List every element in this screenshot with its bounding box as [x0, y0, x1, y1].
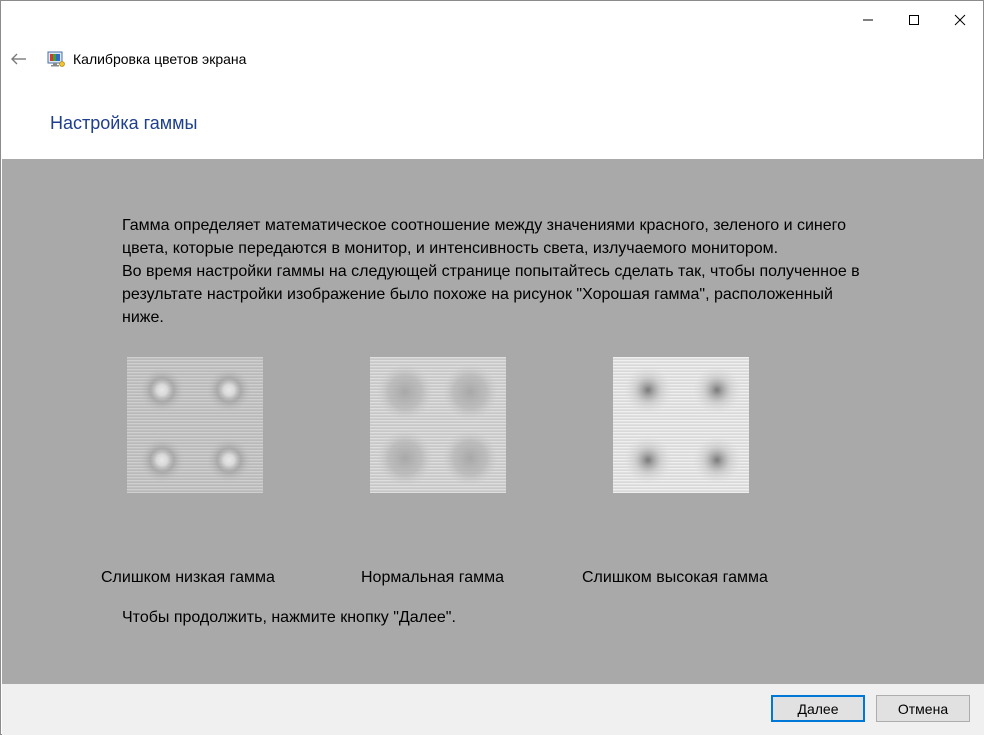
close-icon [954, 14, 966, 26]
close-button[interactable] [937, 1, 983, 39]
caption-gamma-too-low: Слишком низкая гамма [101, 569, 275, 586]
caption-gamma-too-high: Слишком высокая гамма [582, 569, 768, 586]
minimize-icon [863, 19, 873, 21]
back-button[interactable] [1, 41, 37, 77]
maximize-button[interactable] [891, 1, 937, 39]
footer-bar: Далее Отмена [2, 684, 984, 735]
gamma-too-high-image [613, 357, 749, 493]
back-arrow-icon [11, 53, 26, 65]
calibration-window: Калибровка цветов экрана Настройка гаммы… [0, 0, 984, 735]
minimize-button[interactable] [845, 1, 891, 39]
continue-instruction: Чтобы продолжить, нажмите кнопку "Далее"… [122, 609, 456, 626]
description: Гамма определяет математическое соотноше… [122, 214, 862, 329]
maximize-icon [909, 15, 919, 25]
description-paragraph-1: Гамма определяет математическое соотноше… [122, 217, 846, 257]
content-area: Гамма определяет математическое соотноше… [2, 159, 984, 684]
color-calibration-icon [47, 50, 65, 68]
title-row: Калибровка цветов экрана [1, 41, 701, 77]
description-paragraph-2: Во время настройки гаммы на следующей ст… [122, 263, 860, 326]
caption-gamma-normal: Нормальная гамма [361, 569, 505, 586]
window-title: Калибровка цветов экрана [73, 51, 247, 67]
gamma-normal-image [370, 357, 506, 493]
page-heading: Настройка гаммы [50, 113, 198, 133]
cancel-button[interactable]: Отмена [876, 695, 970, 722]
window-controls [845, 1, 983, 39]
gamma-too-low-image [127, 357, 263, 493]
next-button[interactable]: Далее [771, 695, 865, 722]
